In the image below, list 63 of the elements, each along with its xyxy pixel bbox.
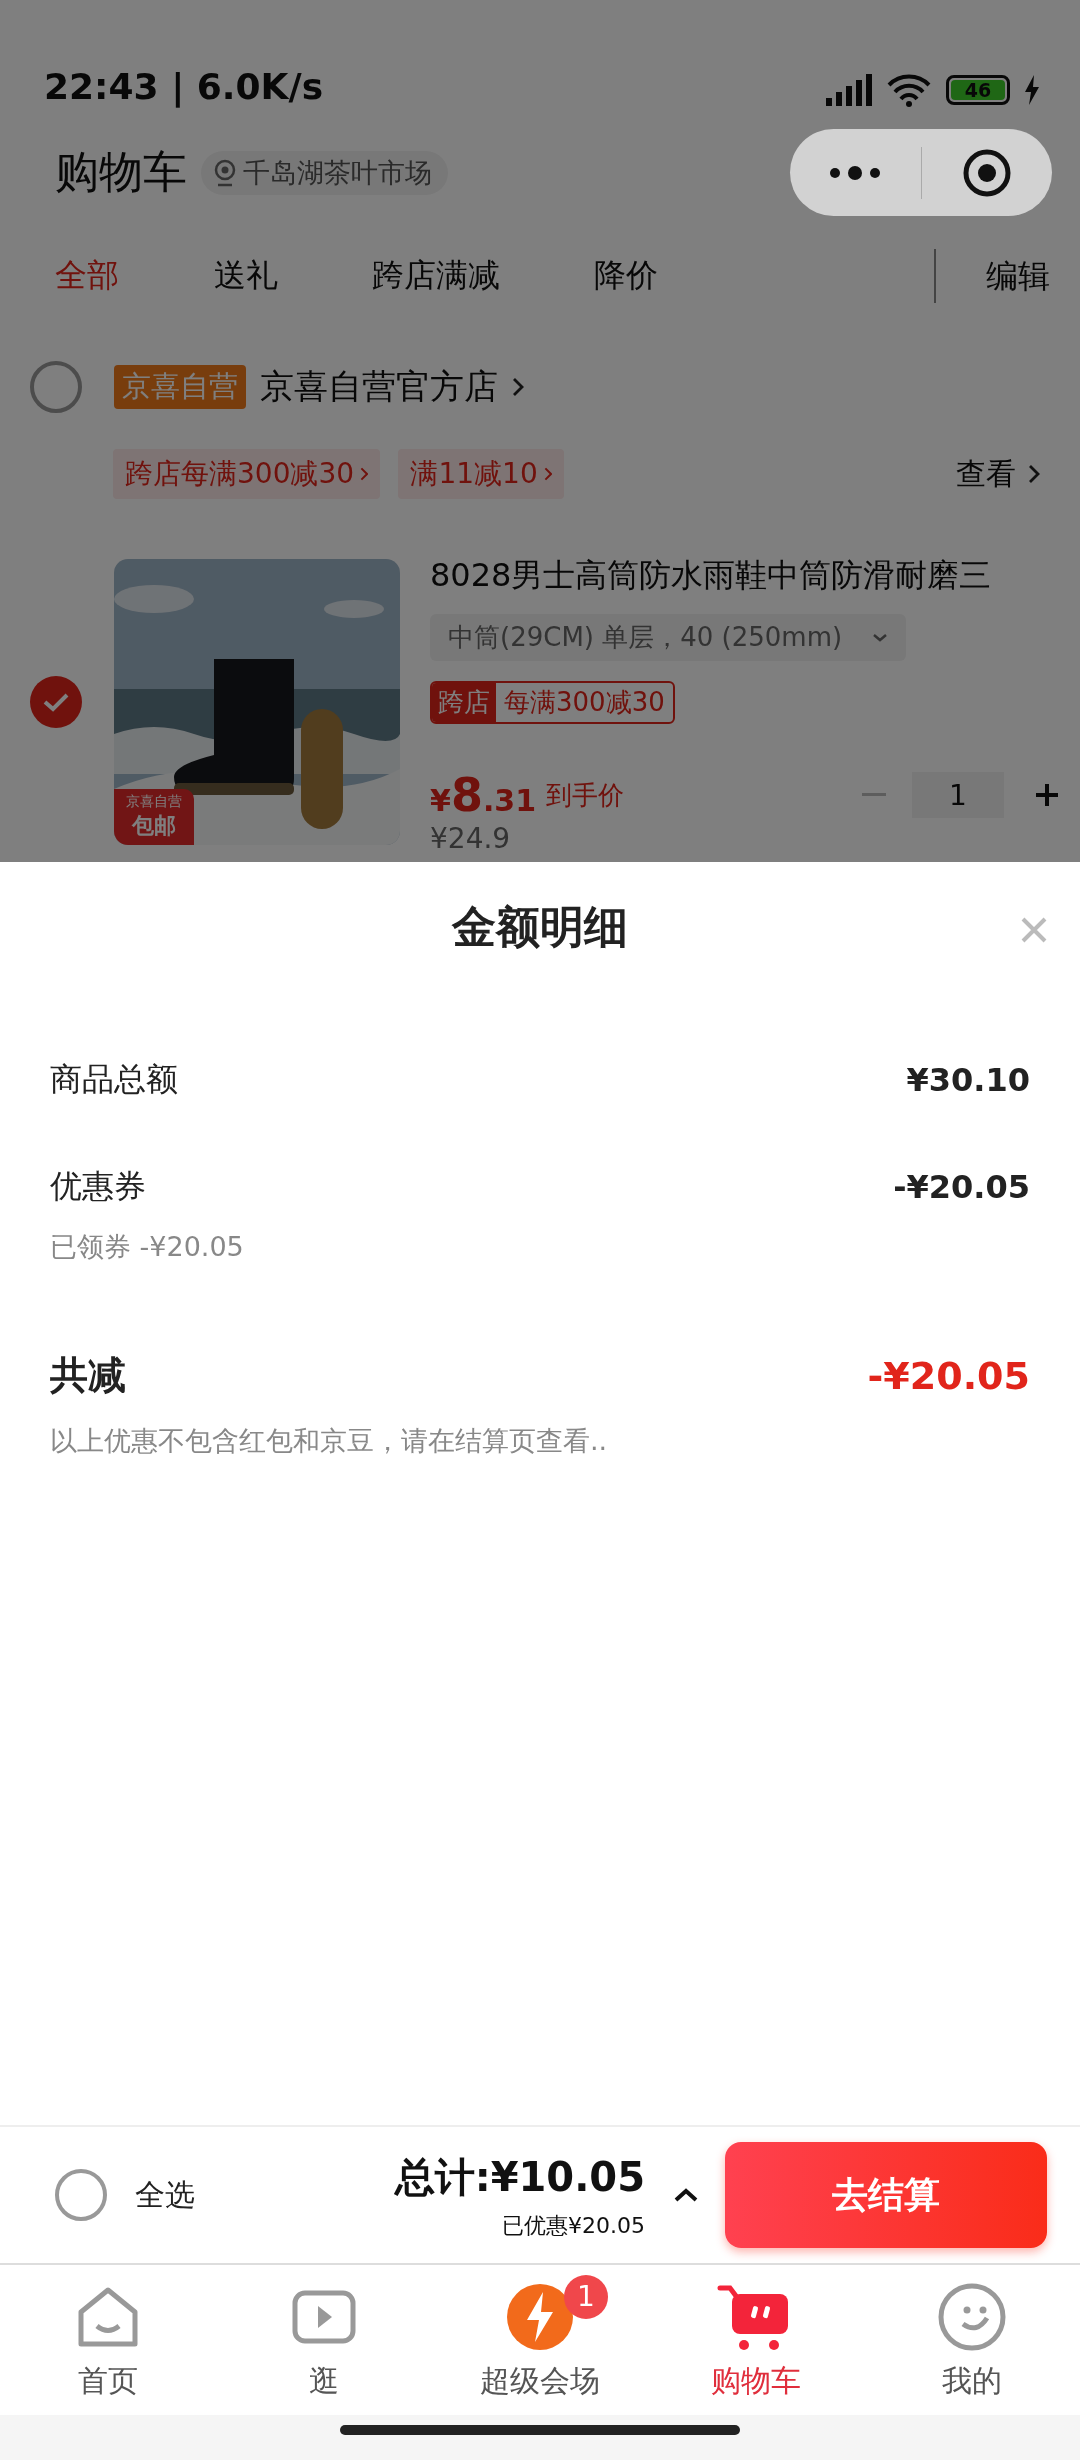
- product-checkbox[interactable]: [30, 676, 82, 728]
- notification-badge: 1: [564, 2274, 608, 2319]
- filter-tab[interactable]: 降价: [594, 254, 658, 298]
- nav-tab[interactable]: 我的: [864, 2265, 1080, 2415]
- promo-tag[interactable]: 满11减10: [398, 449, 565, 499]
- original-price: ¥24.9: [430, 824, 512, 854]
- filter-tab[interactable]: 送礼: [214, 254, 278, 298]
- close-icon[interactable]: [1020, 916, 1048, 944]
- nav-tab[interactable]: 1 超级会场: [432, 2265, 648, 2415]
- battery-level: 46: [951, 80, 1005, 100]
- free-shipping-badge: 京喜自营 包邮: [114, 789, 194, 845]
- chevron-right-icon: [360, 467, 369, 481]
- product-title[interactable]: 8028男士高筒防水雨鞋中筒防滑耐磨三: [430, 554, 1060, 598]
- nav-tab[interactable]: 首页: [0, 2265, 216, 2415]
- edit-button[interactable]: 编辑: [934, 249, 1080, 303]
- detail-amount: -¥20.05: [893, 1168, 1030, 1206]
- more-icon[interactable]: [828, 164, 883, 181]
- plus-icon[interactable]: [1034, 782, 1060, 808]
- promo-tag[interactable]: 跨店每满300减30: [113, 449, 381, 499]
- quantity-field[interactable]: 1: [912, 772, 1004, 818]
- store-badge: 京喜自营: [114, 365, 246, 409]
- chevron-right-icon: [512, 377, 524, 397]
- location-chip[interactable]: 千岛湖茶叶市场: [201, 150, 448, 195]
- sheet-title: 金额明细: [452, 900, 628, 954]
- filter-tab[interactable]: 跨店满减: [372, 254, 500, 298]
- total-discount-label: 共减: [50, 1352, 126, 1399]
- page-title: 购物车: [55, 145, 187, 199]
- nav-tab[interactable]: 逛: [216, 2265, 432, 2415]
- wifi-icon: [886, 73, 932, 107]
- discount-footnote: 以上优惠不包含红包和京豆，请在结算页查看..: [50, 1424, 609, 1458]
- chevron-up-icon[interactable]: [673, 2187, 699, 2203]
- detail-note: 已领券 -¥20.05: [50, 1230, 245, 1264]
- store-name[interactable]: 京喜自营官方店: [260, 364, 498, 410]
- close-target-icon[interactable]: [961, 147, 1012, 198]
- saved-amount: 已优惠¥20.05: [502, 2211, 645, 2240]
- filter-tab[interactable]: 全部: [55, 254, 119, 298]
- checkmark-icon: [42, 691, 70, 713]
- chevron-down-icon: [872, 632, 889, 643]
- detail-label: 优惠券: [50, 1166, 146, 1207]
- total-discount-amount: -¥20.05: [867, 1353, 1030, 1398]
- select-all-checkbox[interactable]: [55, 2169, 107, 2221]
- smiley-icon: [937, 2281, 1007, 2352]
- discount-tag: 跨店 每满300减30: [430, 681, 675, 724]
- select-all-label[interactable]: 全选: [135, 2174, 195, 2216]
- store-checkbox[interactable]: [30, 361, 82, 413]
- play-icon: [291, 2288, 357, 2345]
- location-text: 千岛湖茶叶市场: [243, 155, 432, 190]
- product-price: ¥8.31: [430, 768, 537, 822]
- nav-tab[interactable]: 购物车: [648, 2265, 864, 2415]
- view-link[interactable]: 查看: [956, 453, 1040, 495]
- signal-icon: [824, 74, 872, 106]
- checkout-button[interactable]: 去结算: [725, 2142, 1047, 2248]
- location-pin-icon: [213, 158, 237, 187]
- chevron-right-icon: [1028, 464, 1040, 484]
- detail-amount: ¥30.10: [906, 1061, 1030, 1099]
- detail-label: 商品总额: [50, 1059, 178, 1100]
- chevron-right-icon: [543, 467, 553, 481]
- minus-icon[interactable]: [862, 793, 886, 797]
- spec-selector[interactable]: 中筒(29CM) 单层，40 (250mm): [430, 614, 907, 661]
- total-price: 总计:¥10.05: [394, 2152, 645, 2202]
- lightning-icon: [505, 2281, 575, 2352]
- price-note: 到手价: [546, 778, 625, 812]
- status-time: 22:43 | 6.0K/s: [44, 66, 324, 107]
